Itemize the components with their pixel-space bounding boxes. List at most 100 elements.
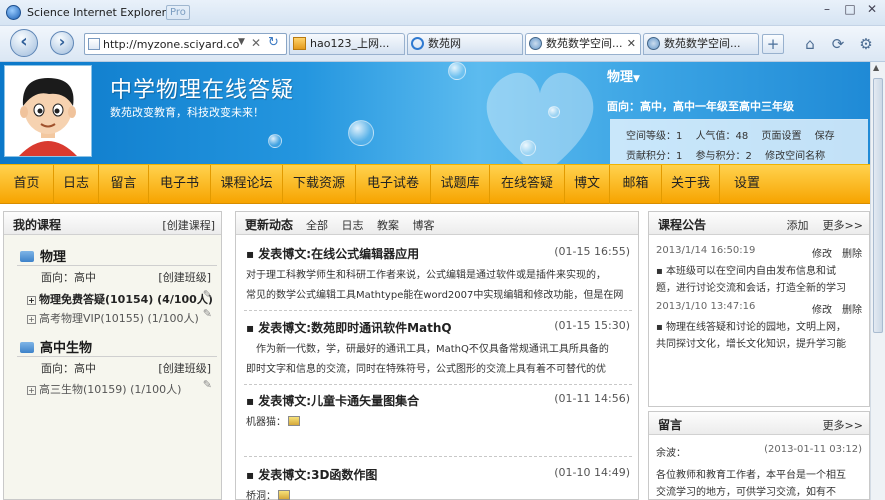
vertical-scrollbar[interactable]: ▲ [870, 62, 885, 500]
add-announcement-link[interactable]: 添加 [787, 219, 809, 232]
post-excerpt: 机器猫： [246, 413, 630, 433]
menu-item-forum[interactable]: 课程论坛 [211, 165, 283, 204]
minimize-button[interactable]: – [817, 2, 837, 18]
delete-link[interactable]: 删除 [842, 249, 862, 260]
delete-link[interactable]: 删除 [842, 305, 862, 316]
announcement-actions: 添加 更多>> [787, 217, 863, 233]
tab-label: 数苑数学空间... [546, 37, 623, 50]
image-icon[interactable] [288, 416, 300, 426]
window-title: Science Internet Explorer [27, 6, 167, 19]
my-courses-panel: 我的课程 [创建课程] 物理 面向：高中 [创建班级] + 物理免费答疑(1015… [3, 211, 222, 500]
address-bar[interactable]: ▼ ✕ ↻ [84, 33, 287, 55]
scroll-up-icon[interactable]: ▲ [873, 63, 879, 72]
close-tab-icon[interactable]: ✕ [627, 34, 636, 54]
rename-space-link[interactable]: 修改空间名称 [765, 151, 825, 162]
post-excerpt-line: 对于理工科教学师生和科研工作者来说，公式编辑是通过软件或是插件来实现的， [246, 270, 606, 281]
divider [17, 356, 217, 357]
create-class-link[interactable]: [创建班级] [158, 360, 211, 376]
class-item[interactable]: + 高三生物(10159) (1/100人) [27, 381, 181, 397]
maximize-button[interactable]: □ [840, 2, 860, 18]
browser-tab[interactable]: 数苑数学空间... [643, 33, 759, 55]
panel-header: 留言 更多>> [649, 412, 869, 435]
space-slogan: 数苑改变教育，科技改变未来！ [110, 106, 264, 119]
post-date: (01-10 14:49) [554, 466, 630, 479]
menu-item-ebooks[interactable]: 电子书 [149, 165, 211, 204]
refresh-page-icon[interactable]: ↻ [268, 35, 279, 50]
menu-item-mailbox[interactable]: 邮箱 [610, 165, 662, 204]
avatar[interactable] [4, 65, 92, 157]
bubble-decoration [520, 140, 536, 156]
settings-icon[interactable]: ⚙ [856, 34, 876, 54]
address-input[interactable] [103, 36, 239, 52]
update-post: ▪ 发表博文:儿童卡通矢量图集合 (01-11 14:56) 机器猫： [246, 392, 630, 433]
menu-item-online-qa[interactable]: 在线答疑 [490, 165, 565, 204]
browser-tab-active[interactable]: 数苑数学空间... ✕ [525, 33, 641, 55]
image-icon[interactable] [278, 490, 290, 500]
close-window-button[interactable]: ✕ [862, 2, 882, 18]
menu-item-home[interactable]: 首页 [0, 165, 54, 204]
class-item[interactable]: + 高考物理VIP(10155) (1/100人) [27, 310, 199, 326]
filter-all[interactable]: 全部 [306, 219, 328, 232]
menu-item-about[interactable]: 关于我 [662, 165, 720, 204]
main-menu: 首页 日志 留言 电子书 课程论坛 下载资源 电子试卷 试题库 在线答疑 博文 … [0, 164, 870, 204]
address-dropdown-icon[interactable]: ▼ [238, 37, 245, 47]
course-audience: 面向：高中 [41, 362, 96, 375]
browser-tab[interactable]: hao123_上网... [289, 33, 405, 55]
expand-icon[interactable]: + [27, 296, 36, 305]
post-date: (01-11 14:56) [554, 392, 630, 405]
home-icon[interactable]: ⌂ [800, 34, 820, 54]
course-group-biology[interactable]: 高中生物 [20, 337, 92, 356]
refresh-icon[interactable]: ⟳ [828, 34, 848, 54]
message-line: 交流学习的地方，可供学习交流，如有不 [656, 487, 836, 498]
announcement-actions: 修改 删除 [802, 301, 862, 316]
post-excerpt-line: 即时文字和信息的交流，同时在特殊符号，公式图形的交流上具有着不可替代的优 [246, 364, 606, 375]
create-course-link[interactable]: [创建课程] [162, 217, 215, 233]
post-date: (01-15 15:30) [554, 319, 630, 332]
filter-blogs[interactable]: 博客 [413, 219, 435, 232]
divider [244, 384, 632, 385]
cartoon-avatar-icon [5, 66, 91, 156]
forward-button[interactable]: › [50, 31, 74, 55]
menu-item-diary[interactable]: 日志 [54, 165, 99, 204]
menu-item-question-bank[interactable]: 试题库 [431, 165, 490, 204]
menu-item-downloads[interactable]: 下载资源 [283, 165, 356, 204]
announcement-actions: 修改 删除 [802, 245, 862, 260]
subject-selector[interactable]: 物理▼ [607, 66, 640, 85]
post-excerpt-line: 常见的数学公式编辑工具Mathtype能在word2007中实现编辑和修改功能，… [246, 290, 624, 301]
filter-lesson-plans[interactable]: 教案 [377, 219, 399, 232]
class-item[interactable]: + 物理免费答疑(10154) (4/100人) [27, 291, 213, 307]
tab-label: 数苑网 [428, 37, 461, 50]
browser-tab[interactable]: 数苑网 [407, 33, 523, 55]
edit-pencil-icon[interactable]: ✎ [203, 378, 212, 391]
messages-panel: 留言 更多>> 余波： (2013-01-11 03:12) 各位教师和教育工作… [648, 411, 870, 500]
edit-pencil-icon[interactable]: ✎ [203, 288, 212, 301]
menu-item-blog[interactable]: 博文 [565, 165, 610, 204]
course-group-physics[interactable]: 物理 [20, 246, 66, 265]
folder-icon [20, 251, 34, 262]
menu-item-settings[interactable]: 设置 [720, 165, 774, 204]
course-announcements-panel: 课程公告 添加 更多>> 2013/1/14 16:50:19 修改 删除 ▪ 本… [648, 211, 870, 407]
new-tab-button[interactable]: + [762, 34, 784, 54]
ie-favicon-icon [411, 37, 424, 50]
edit-link[interactable]: 修改 [812, 305, 832, 316]
create-class-link[interactable]: [创建班级] [158, 269, 211, 285]
stop-icon[interactable]: ✕ [251, 36, 261, 50]
expand-icon[interactable]: + [27, 386, 36, 395]
more-messages-link[interactable]: 更多>> [823, 417, 863, 433]
bubble-decoration [548, 106, 560, 118]
post-date: (01-15 16:55) [554, 245, 630, 258]
menu-item-messages[interactable]: 留言 [99, 165, 149, 204]
edit-link[interactable]: 修改 [812, 249, 832, 260]
pro-badge: Pro [166, 5, 190, 20]
more-announcements-link[interactable]: 更多>> [823, 219, 863, 232]
announcement-text: ▪ 本班级可以在空间内自由发布信息和试 题，进行讨论交流和会话，打造全新的学习 [656, 263, 862, 297]
edit-pencil-icon[interactable]: ✎ [203, 307, 212, 320]
filter-diary[interactable]: 日志 [342, 219, 364, 232]
back-button[interactable]: ‹ [10, 29, 38, 57]
save-link[interactable]: 保存 [815, 131, 835, 142]
page-settings-link[interactable]: 页面设置 [761, 131, 801, 142]
scrollbar-thumb[interactable] [873, 78, 883, 333]
expand-icon[interactable]: + [27, 315, 36, 324]
menu-item-exams[interactable]: 电子试卷 [356, 165, 431, 204]
bubble-decoration [448, 62, 466, 80]
